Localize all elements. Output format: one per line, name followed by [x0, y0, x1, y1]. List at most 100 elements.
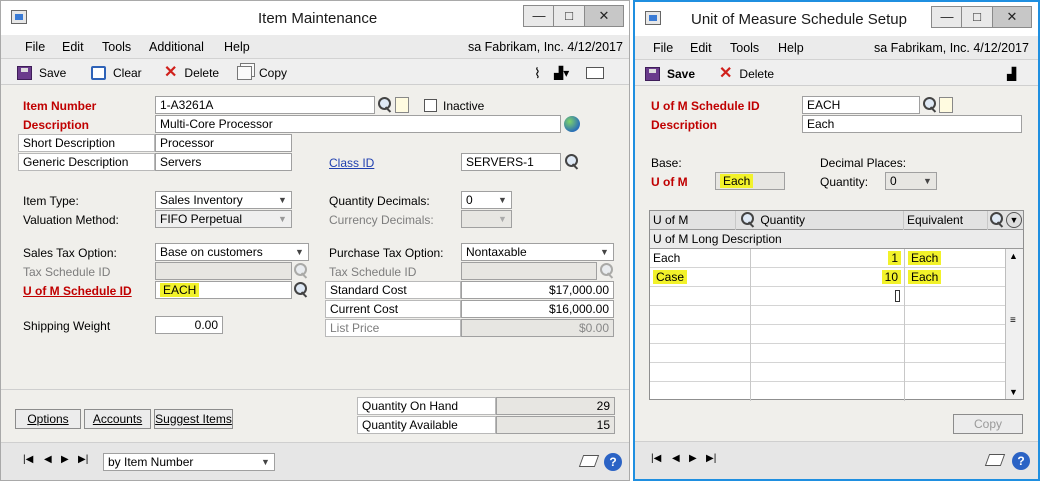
row-uofm[interactable]: Case	[650, 268, 751, 287]
table-row[interactable]	[650, 382, 1006, 401]
save-button[interactable]: Save	[17, 64, 66, 82]
accounts-button[interactable]: Accounts	[84, 409, 151, 429]
close-button[interactable]: ✕	[584, 5, 624, 27]
grid-subheader: U of M Long Description	[650, 230, 1023, 249]
scroll-grip-icon[interactable]: ≡	[1010, 315, 1016, 326]
help-icon[interactable]: ?	[604, 453, 622, 471]
grid-lookup-icon[interactable]	[988, 211, 1006, 229]
close-button[interactable]: ✕	[992, 6, 1032, 28]
menu-file[interactable]: File	[25, 40, 45, 54]
suggest-items-button[interactable]: Suggest Items	[154, 409, 233, 429]
sales-tax-option-select[interactable]: Base on customers ▼	[155, 243, 309, 261]
item-type-select[interactable]: Sales Inventory ▼	[155, 191, 292, 209]
maximize-button[interactable]: □	[961, 6, 993, 28]
class-id-field[interactable]: SERVERS-1	[461, 153, 561, 171]
maximize-button[interactable]: □	[553, 5, 585, 27]
valuation-method-select[interactable]: FIFO Perpetual ▼	[155, 210, 292, 228]
delete-button[interactable]: ✕ Delete	[164, 64, 219, 82]
inactive-checkbox[interactable]	[424, 99, 437, 112]
quantity-on-hand-field: 29	[496, 397, 615, 415]
row-quantity[interactable]: 1	[751, 249, 905, 268]
current-cost-field[interactable]: $16,000.00	[461, 300, 614, 318]
note-icon[interactable]	[578, 455, 600, 467]
current-cost-label: Current Cost	[325, 300, 461, 318]
schedule-lookup-icon[interactable]	[921, 96, 939, 114]
col-quantity-header[interactable]: Quantity	[736, 211, 904, 230]
previous-record-icon[interactable]: ◀	[44, 454, 52, 465]
uofm-schedule-field[interactable]: EACH	[155, 281, 292, 299]
short-description-label: Short Description	[18, 134, 155, 152]
next-record-icon[interactable]: ▶	[689, 453, 697, 464]
menu-tools[interactable]: Tools	[102, 40, 131, 54]
description-field[interactable]: Each	[802, 115, 1022, 133]
quantity-decimals-select[interactable]: 0 ▼	[461, 191, 512, 209]
help-icon[interactable]: ?	[1012, 452, 1030, 470]
sort-by-select[interactable]: by Item Number ▼	[103, 453, 275, 471]
menu-help[interactable]: Help	[778, 41, 804, 55]
window-options-icon[interactable]	[586, 67, 604, 79]
last-record-icon[interactable]: ▶|	[706, 453, 716, 464]
last-record-icon[interactable]: ▶|	[78, 454, 88, 465]
table-row[interactable]	[650, 287, 1006, 306]
row-equivalent[interactable]: Each	[905, 249, 1006, 268]
item-number-field[interactable]: 1-A3261A	[155, 96, 375, 114]
clear-button[interactable]: Clear	[91, 64, 142, 82]
menu-edit[interactable]: Edit	[62, 40, 84, 54]
description-field[interactable]: Multi-Core Processor	[155, 115, 561, 133]
copy-button[interactable]: Copy	[237, 64, 287, 82]
col-equivalent-header[interactable]: Equivalent	[904, 211, 988, 230]
options-button[interactable]: Options	[15, 409, 81, 429]
row-equivalent[interactable]: Each	[905, 268, 1006, 287]
table-row[interactable]	[650, 306, 1006, 325]
schedule-note-icon[interactable]	[939, 97, 953, 113]
item-note-icon[interactable]	[395, 97, 409, 113]
scroll-up-icon[interactable]: ▲	[1009, 251, 1018, 261]
table-row[interactable]	[650, 325, 1006, 344]
save-button[interactable]: Save	[645, 65, 695, 83]
search-icon[interactable]	[739, 211, 757, 229]
standard-cost-field[interactable]: $17,000.00	[461, 281, 614, 299]
grid-scrollbar[interactable]: ▲ ≡ ▼	[1005, 249, 1023, 399]
menu-tools[interactable]: Tools	[730, 41, 759, 55]
short-description-field[interactable]: Processor	[155, 134, 292, 152]
expand-rows-icon[interactable]: ▼	[1006, 212, 1022, 228]
first-record-icon[interactable]: |◀	[23, 454, 33, 465]
table-row[interactable]: Case 10 Each	[650, 268, 1006, 287]
note-icon[interactable]	[984, 454, 1006, 466]
uofm-lookup-icon[interactable]	[292, 281, 310, 299]
next-record-icon[interactable]: ▶	[61, 454, 69, 465]
purchase-tax-option-select[interactable]: Nontaxable ▼	[461, 243, 614, 261]
class-id-link[interactable]: Class ID	[329, 154, 374, 172]
first-record-icon[interactable]: |◀	[651, 453, 661, 464]
save-icon	[17, 66, 32, 80]
quantity-decimals-select[interactable]: 0 ▼	[885, 172, 937, 190]
print-icon[interactable]: ▟	[1007, 65, 1016, 83]
col-uofm-header[interactable]: U of M	[650, 211, 736, 230]
copy-button[interactable]: Copy	[953, 414, 1023, 434]
item-lookup-icon[interactable]	[376, 96, 394, 114]
shipping-weight-field[interactable]: 0.00	[155, 316, 223, 334]
minimize-button[interactable]: —	[931, 6, 963, 28]
chevron-down-icon: ▼	[600, 247, 609, 257]
attachment-icon[interactable]: ⌇	[534, 64, 541, 82]
class-lookup-icon[interactable]	[563, 153, 581, 171]
previous-record-icon[interactable]: ◀	[672, 453, 680, 464]
delete-button[interactable]: ✕ Delete	[719, 65, 774, 83]
uofm-schedule-link[interactable]: U of M Schedule ID	[23, 282, 132, 300]
generic-description-field[interactable]: Servers	[155, 153, 292, 171]
print-icon[interactable]: ▟▾	[554, 64, 569, 82]
menu-additional[interactable]: Additional	[149, 40, 204, 54]
table-row[interactable]	[650, 344, 1006, 363]
menu-file[interactable]: File	[653, 41, 673, 55]
internet-info-icon[interactable]	[564, 116, 580, 132]
menu-edit[interactable]: Edit	[690, 41, 712, 55]
table-row[interactable]: Each 1 Each	[650, 249, 1006, 268]
purchase-tax-lookup-icon	[598, 262, 616, 280]
schedule-id-field[interactable]: EACH	[802, 96, 920, 114]
scroll-down-icon[interactable]: ▼	[1009, 387, 1018, 397]
row-uofm[interactable]: Each	[650, 249, 751, 268]
minimize-button[interactable]: —	[523, 5, 555, 27]
row-quantity[interactable]: 10	[751, 268, 905, 287]
table-row[interactable]	[650, 363, 1006, 382]
menu-help[interactable]: Help	[224, 40, 250, 54]
